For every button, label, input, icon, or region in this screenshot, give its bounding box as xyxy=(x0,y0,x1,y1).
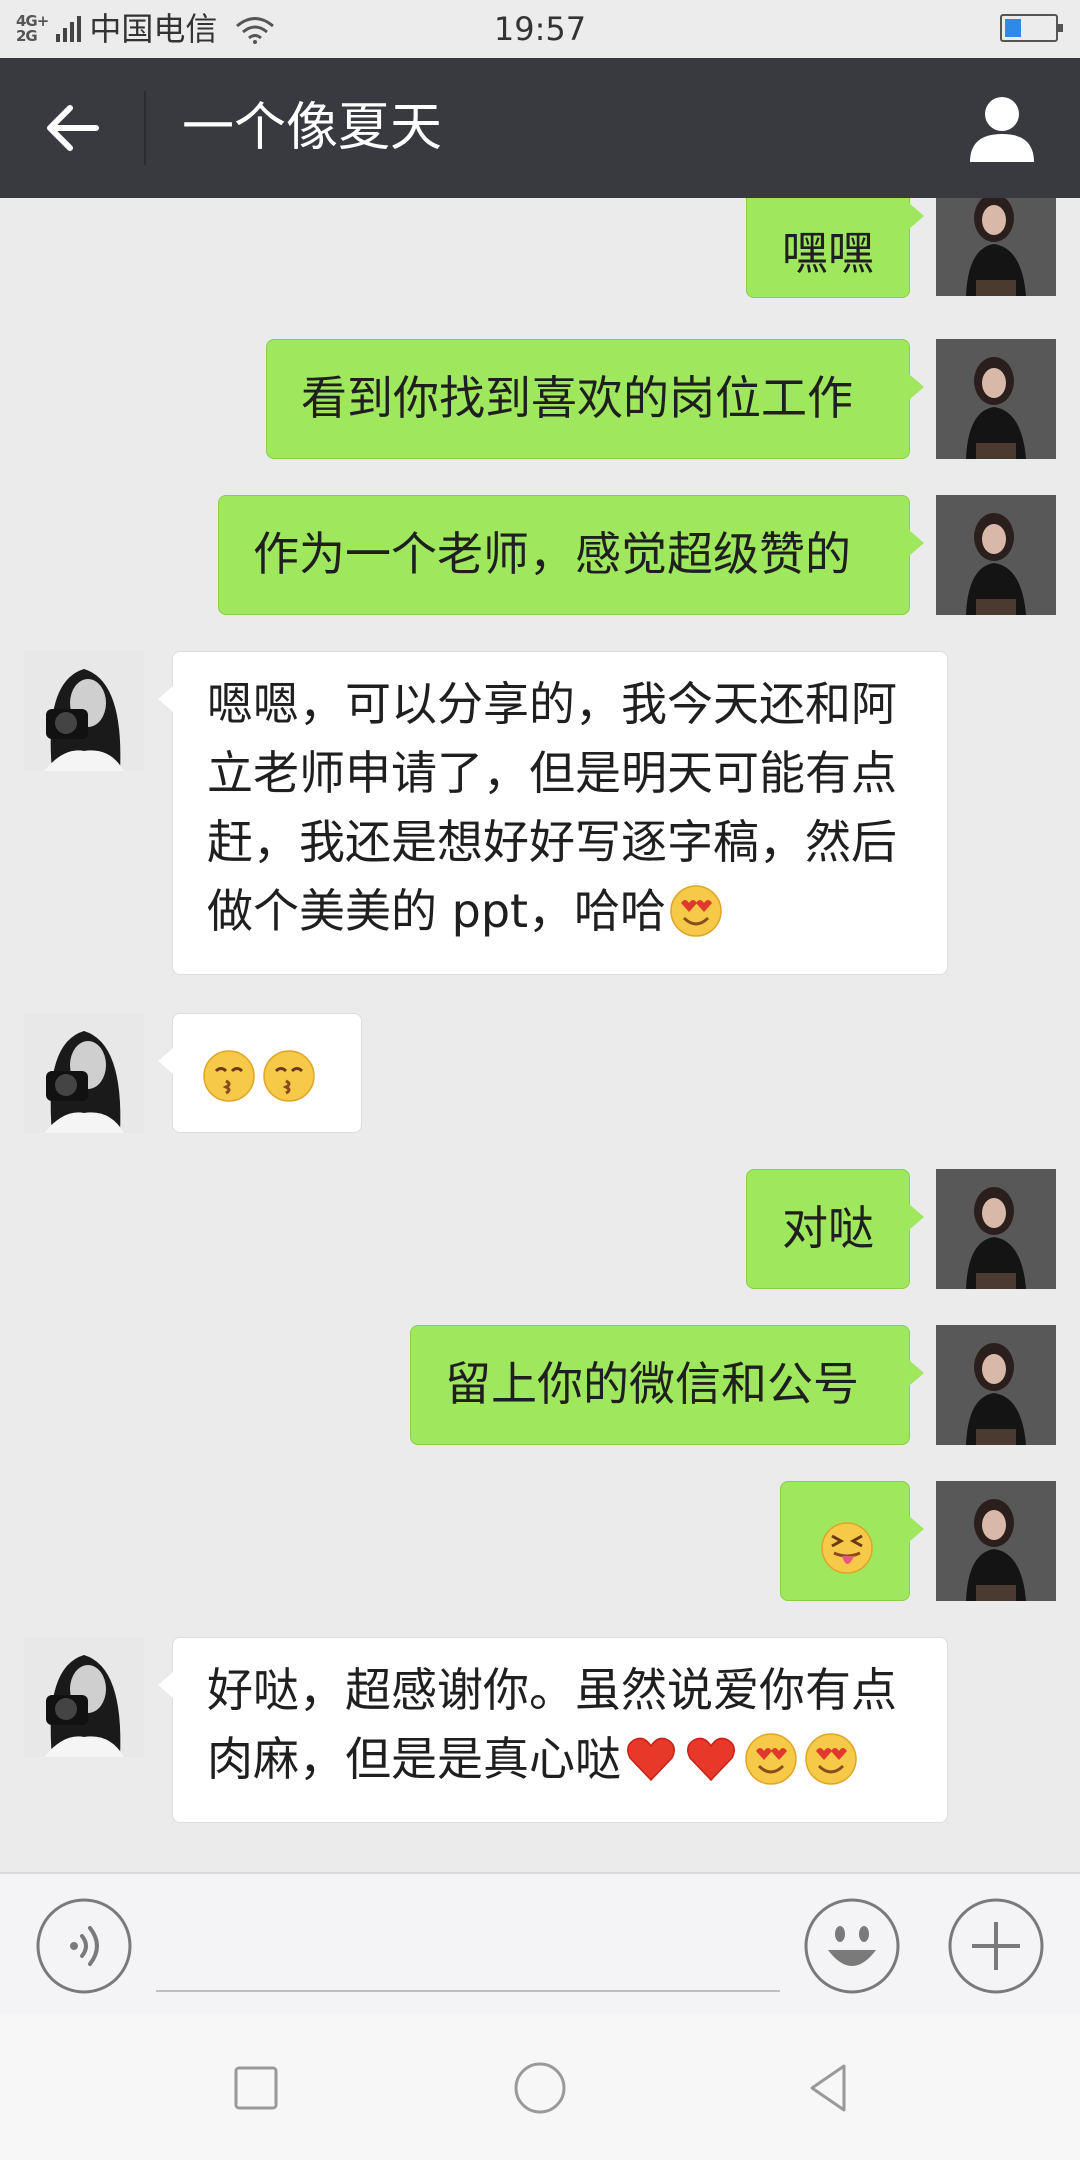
battery-icon xyxy=(1000,14,1063,42)
message-bubble-outgoing[interactable]: 看到你找到喜欢的岗位工作 xyxy=(266,339,924,459)
chat-header: 一个像夏天 xyxy=(0,58,1080,198)
message-text: 嘿嘿 xyxy=(782,226,874,280)
chat-title: 一个像夏天 xyxy=(182,98,443,158)
message-input[interactable] xyxy=(156,1904,780,1992)
profile-icon[interactable] xyxy=(964,90,1040,166)
message-bubble-incoming[interactable]: 嗯嗯，可以分享的，我今天还和阿 立老师申请了，但是明天可能有点 赶，我还是想好好… xyxy=(158,651,948,975)
message-text-line: 立老师申请了，但是明天可能有点 xyxy=(207,746,897,800)
contact-avatar[interactable] xyxy=(24,651,144,771)
message-text-line: 嗯嗯，可以分享的，我今天还和阿 xyxy=(207,677,897,731)
heart-eyes-emoji-icon xyxy=(804,1732,858,1786)
message-bubble-incoming[interactable] xyxy=(158,1013,362,1133)
message-bubble-outgoing[interactable]: 嘿嘿 xyxy=(746,198,924,298)
red-heart-emoji-icon xyxy=(624,1732,678,1786)
tongue-wink-emoji-icon xyxy=(820,1521,874,1575)
recent-apps-icon[interactable] xyxy=(228,2060,284,2116)
emoji-icon[interactable] xyxy=(804,1898,900,1994)
message-bubble-outgoing[interactable]: 作为一个老师，感觉超级赞的 xyxy=(218,495,924,615)
message-bubble-incoming[interactable]: 好哒，超感谢你。虽然说爱你有点 肉麻，但是是真心哒 xyxy=(158,1637,948,1823)
kissing-emoji-icon xyxy=(262,1049,316,1103)
status-bar: 4G+ 2G 中国电信 19:57 xyxy=(0,0,1080,58)
contact-avatar[interactable] xyxy=(24,1637,144,1757)
plus-icon[interactable] xyxy=(948,1898,1044,1994)
back-icon[interactable] xyxy=(800,2060,856,2116)
my-avatar[interactable] xyxy=(936,1481,1056,1601)
message-text-line: 做个美美的 ppt，哈哈 xyxy=(207,884,667,938)
message-text-line: 肉麻，但是是真心哒 xyxy=(207,1732,621,1786)
input-bar xyxy=(0,1872,1080,2014)
header-divider xyxy=(144,91,146,165)
message-text: 留上你的微信和公号 xyxy=(445,1357,859,1411)
my-avatar[interactable] xyxy=(936,1325,1056,1445)
voice-icon[interactable] xyxy=(36,1898,132,1994)
message-bubble-outgoing[interactable] xyxy=(780,1481,924,1601)
contact-avatar[interactable] xyxy=(24,1013,144,1133)
message-list: 嘿嘿 看到你找到喜欢的岗位工作 作为一个老师，感觉超级赞的 嗯嗯，可以分享的，我… xyxy=(0,198,1080,1872)
system-navigation-bar xyxy=(0,2014,1080,2160)
heart-eyes-emoji-icon xyxy=(669,884,723,938)
heart-eyes-emoji-icon xyxy=(744,1732,798,1786)
my-avatar[interactable] xyxy=(936,198,1056,296)
my-avatar[interactable] xyxy=(936,339,1056,459)
my-avatar[interactable] xyxy=(936,495,1056,615)
message-bubble-outgoing[interactable]: 对哒 xyxy=(746,1169,924,1289)
red-heart-emoji-icon xyxy=(684,1732,738,1786)
message-text: 作为一个老师，感觉超级赞的 xyxy=(253,527,851,581)
message-text-line: 赶，我还是想好好写逐字稿，然后 xyxy=(207,815,897,869)
message-text: 对哒 xyxy=(782,1201,874,1255)
kissing-emoji-icon xyxy=(202,1049,256,1103)
message-text-line: 好哒，超感谢你。虽然说爱你有点 xyxy=(207,1663,897,1717)
message-text: 看到你找到喜欢的岗位工作 xyxy=(301,371,853,425)
home-icon[interactable] xyxy=(512,2060,568,2116)
message-bubble-outgoing[interactable]: 留上你的微信和公号 xyxy=(410,1325,924,1445)
back-arrow-icon[interactable] xyxy=(40,96,104,160)
status-time: 19:57 xyxy=(493,10,587,48)
my-avatar[interactable] xyxy=(936,1169,1056,1289)
